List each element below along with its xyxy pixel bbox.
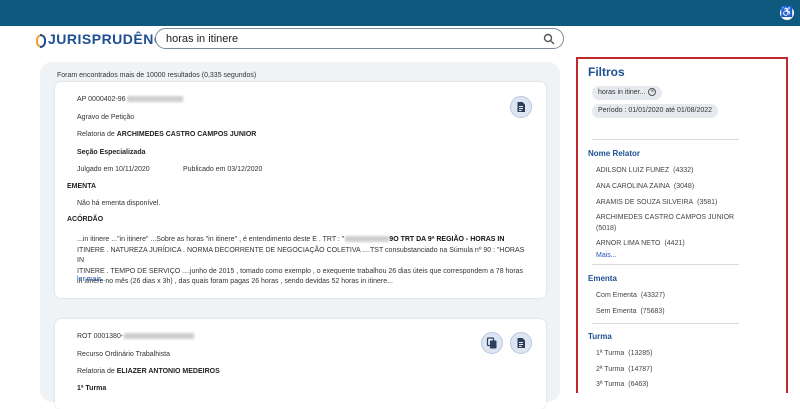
result-card: ROT 0001380- Recurso Ordinário Trabalhis… (55, 319, 546, 409)
decision-type: Agravo de Petição (77, 114, 135, 121)
process-number[interactable]: ROT 0001380- (77, 333, 195, 340)
filter-chip-period[interactable]: Período : 01/01/2020 até 01/08/2022 (592, 104, 719, 118)
ementa-text: Não há ementa disponível. (77, 200, 161, 207)
search-icon[interactable] (543, 33, 555, 45)
filter-item-turma[interactable]: 1ª Turma (13285) (596, 348, 652, 359)
filter-item-ementa[interactable]: Sem Ementa (75683) (596, 306, 665, 317)
ementa-label: EMENTA (67, 183, 97, 190)
published-date: Publicado em 03/12/2020 (183, 166, 263, 173)
process-number[interactable]: AP 0000402-96 (77, 96, 183, 103)
search-bar (155, 28, 564, 49)
decision-snippet: ...in itinere ..."in itinere" ...Sobre a… (77, 235, 527, 288)
document-button[interactable] (510, 96, 532, 118)
results-panel: Foram encontrados mais de 10000 resultad… (40, 62, 560, 409)
accessibility-icon[interactable]: ♿ (780, 6, 794, 20)
divider (592, 264, 739, 265)
filter-item-relator[interactable]: ARNOR LIMA NETO (4421) (596, 238, 685, 249)
relator-line: Relatoria de ELIAZER ANTONIO MEDEIROS (77, 368, 220, 375)
acordao-label: ACÓRDÃO (67, 216, 104, 223)
filter-item-turma[interactable]: 2ª Turma (14787) (596, 364, 652, 375)
document-button[interactable] (510, 332, 532, 354)
copy-button[interactable] (481, 332, 503, 354)
filter-item-turma[interactable]: 3ª Turma (6463) (596, 379, 649, 390)
snippet-line: ITINERE . NATUREZA JURÍDICA . NORMA DECO… (77, 246, 525, 265)
logo-mark-icon (36, 33, 46, 48)
filter-item-relator[interactable]: ADILSON LUIZ FUNEZ (4332) (596, 165, 693, 176)
divider (592, 323, 739, 324)
filters-title: Filtros (588, 65, 625, 79)
top-bar: ♿ (0, 0, 800, 26)
document-icon (517, 338, 525, 348)
filter-item-relator[interactable]: ARAMIS DE SOUZA SILVEIRA (3581) (596, 197, 717, 208)
remove-chip-icon[interactable]: × (648, 88, 657, 97)
filter-item-ementa[interactable]: Com Ementa (43327) (596, 290, 665, 301)
results-count: Foram encontrados mais de 10000 resultad… (57, 72, 257, 79)
turma-heading: Turma (588, 332, 612, 341)
snippet-line: in itinere no mês (26 dias x 3h) , das q… (77, 278, 393, 285)
filter-item-relator[interactable]: ARCHIMEDES CASTRO CAMPOS JUNIOR (5018) (596, 212, 746, 234)
document-icon (517, 102, 525, 112)
read-more-link[interactable]: ler mais... (77, 276, 107, 283)
divider (592, 139, 739, 140)
filters-panel: Filtros horas in itiner... × Período : 01… (576, 57, 788, 393)
result-card: AP 0000402-96 Agravo de Petição Relatori… (55, 82, 546, 298)
judged-date: Julgado em 10/11/2020 (77, 166, 150, 173)
decision-type: Recurso Ordinário Trabalhista (77, 351, 170, 358)
relator-more-link[interactable]: Mais... (596, 252, 617, 259)
filter-item-relator[interactable]: ANA CAROLINA ZAINA (3048) (596, 181, 694, 192)
section-name: Seção Especializada (77, 149, 146, 156)
filter-chip-query: horas in itiner... × (592, 86, 663, 100)
relator-heading: Nome Relator (588, 149, 641, 158)
snippet-line: ...in itinere ..."in itinere" ...Sobre a… (77, 236, 505, 243)
copy-icon (486, 337, 497, 349)
relator-line: Relatoria de ARCHIMEDES CASTRO CAMPOS JU… (77, 131, 257, 138)
search-input[interactable] (166, 31, 536, 46)
section-name: 1ª Turma (77, 385, 107, 392)
snippet-line: ITINERE . TEMPO DE SERVIÇO ....junho de … (77, 267, 524, 275)
ementa-heading: Ementa (588, 274, 617, 283)
